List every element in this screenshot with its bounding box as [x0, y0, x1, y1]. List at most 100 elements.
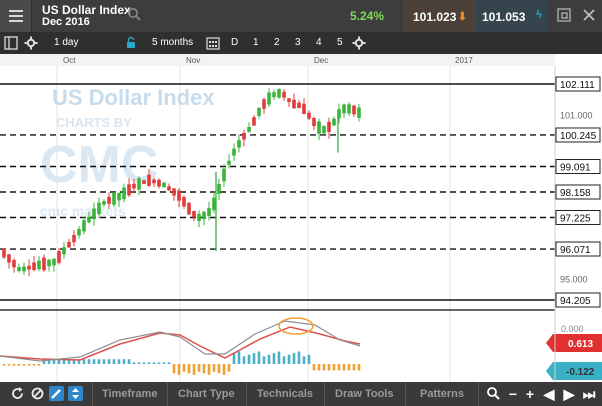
x-axis-label: 2017 — [455, 56, 473, 65]
candle-body — [212, 197, 216, 211]
sell-price-button[interactable]: 101.023 ⬇ — [403, 0, 475, 32]
histogram-bar — [162, 362, 166, 364]
refresh-icon[interactable] — [10, 386, 25, 401]
histogram-bar — [307, 354, 311, 364]
candle-body — [262, 99, 266, 109]
candle-body — [27, 265, 31, 270]
technicals-menu[interactable]: Technicals — [257, 388, 313, 400]
change-percent: 5.24% — [350, 9, 385, 23]
candle-body — [52, 258, 56, 266]
candle-body — [302, 103, 306, 115]
candle-body — [57, 251, 61, 263]
popout-icon[interactable] — [557, 8, 571, 22]
candle-body — [277, 88, 281, 98]
search-icon[interactable] — [127, 7, 141, 21]
pencil-icon[interactable] — [49, 386, 64, 401]
candle-body — [292, 99, 296, 109]
histogram-bar — [267, 354, 271, 364]
scroll-end-icon[interactable]: ⏭ — [582, 386, 596, 402]
histogram-bar — [312, 364, 316, 371]
bottom-toolbar: Timeframe Chart Type Technicals Draw Too… — [0, 382, 602, 406]
header-bar: US Dollar Index Dec 2016 5.24% 101.023 ⬇… — [0, 0, 602, 32]
histogram-bar — [157, 362, 161, 364]
timeframe-menu[interactable]: Timeframe — [102, 388, 157, 400]
patterns-menu[interactable]: Patterns — [420, 388, 464, 400]
candle-body — [347, 104, 351, 114]
histogram-bar — [137, 362, 141, 364]
histogram-bar — [202, 364, 206, 374]
candle-body — [197, 214, 201, 221]
candle-body — [47, 259, 51, 267]
histogram-bar — [92, 359, 96, 364]
price-label: 94.205 — [560, 296, 591, 307]
candle-body — [327, 121, 331, 133]
candle-body — [317, 121, 321, 134]
menu-button[interactable] — [0, 0, 32, 32]
sell-price: 101.023 — [413, 10, 457, 24]
chart-type-menu[interactable]: Chart Type — [178, 388, 235, 400]
period-button-d[interactable]: D — [231, 37, 238, 48]
histogram-bar — [82, 359, 86, 364]
histogram-bar — [222, 364, 226, 375]
candle-body — [77, 229, 81, 236]
zoom-search-icon[interactable] — [486, 386, 501, 401]
price-label: 100.245 — [560, 131, 597, 142]
candle-body — [267, 92, 271, 105]
close-icon[interactable] — [582, 8, 596, 22]
histogram-bar — [247, 354, 251, 364]
histogram-bar — [142, 362, 146, 364]
period-button-2[interactable]: 2 — [274, 37, 280, 48]
histogram-bar — [232, 353, 236, 364]
histogram-bar — [107, 359, 111, 364]
candle-body — [352, 105, 356, 115]
scroll-left-icon[interactable]: ◀ — [542, 386, 556, 402]
timeframe-select[interactable]: 1 day — [54, 37, 78, 48]
zoom-in-icon[interactable]: + — [523, 386, 537, 402]
candle-body — [102, 201, 106, 205]
histogram-bar — [292, 353, 296, 364]
price-label: 96.071 — [560, 245, 591, 256]
histogram-bar — [257, 351, 261, 364]
candle-body — [222, 168, 226, 182]
candle-body — [162, 182, 166, 188]
scroll-right-icon[interactable]: ▶ — [562, 386, 576, 402]
candle-body — [2, 248, 6, 258]
period-button-4[interactable]: 4 — [316, 37, 322, 48]
range-select[interactable]: 5 months — [152, 37, 193, 48]
histogram-bar — [187, 364, 191, 374]
panel-toggle-icon[interactable] — [4, 36, 18, 50]
zoom-out-icon[interactable]: − — [506, 386, 520, 402]
histogram-bar — [357, 364, 361, 371]
candle-body — [97, 202, 101, 215]
histogram-bar — [242, 356, 246, 364]
instrument-title: US Dollar Index — [42, 3, 131, 17]
cancel-icon[interactable] — [30, 386, 45, 401]
histogram-bar — [227, 364, 231, 372]
histogram-bar — [272, 353, 276, 364]
histogram-bar — [117, 359, 121, 364]
macd-value-tag: 0.613 — [546, 334, 602, 352]
histogram-bar — [192, 364, 196, 375]
candle-body — [252, 117, 256, 126]
candle-body — [67, 241, 71, 248]
candle-body — [232, 148, 236, 156]
period-button-3[interactable]: 3 — [295, 37, 301, 48]
draw-tools-menu[interactable]: Draw Tools — [335, 388, 393, 400]
period-button-5[interactable]: 5 — [337, 37, 343, 48]
x-axis-label: Dec — [314, 56, 328, 65]
candle-body — [142, 180, 146, 184]
candle-body — [7, 254, 11, 263]
contract-label: Dec 2016 — [42, 16, 90, 28]
lock-icon[interactable] — [124, 36, 138, 50]
price-chart[interactable]: Oct Nov Dec 2017 US Dollar Index CHARTS BY … — [0, 54, 602, 382]
candle-body — [242, 132, 246, 140]
calendar-icon[interactable] — [206, 36, 220, 50]
buy-price-button[interactable]: 101.053 ϟ — [475, 0, 547, 32]
gear-icon[interactable] — [24, 36, 38, 50]
period-button-1[interactable]: 1 — [253, 37, 259, 48]
updown-icon[interactable] — [68, 386, 83, 401]
candle-body — [12, 260, 16, 268]
settings-gear-icon[interactable] — [352, 36, 366, 50]
candle-body — [237, 140, 241, 148]
candle-body — [117, 192, 121, 201]
